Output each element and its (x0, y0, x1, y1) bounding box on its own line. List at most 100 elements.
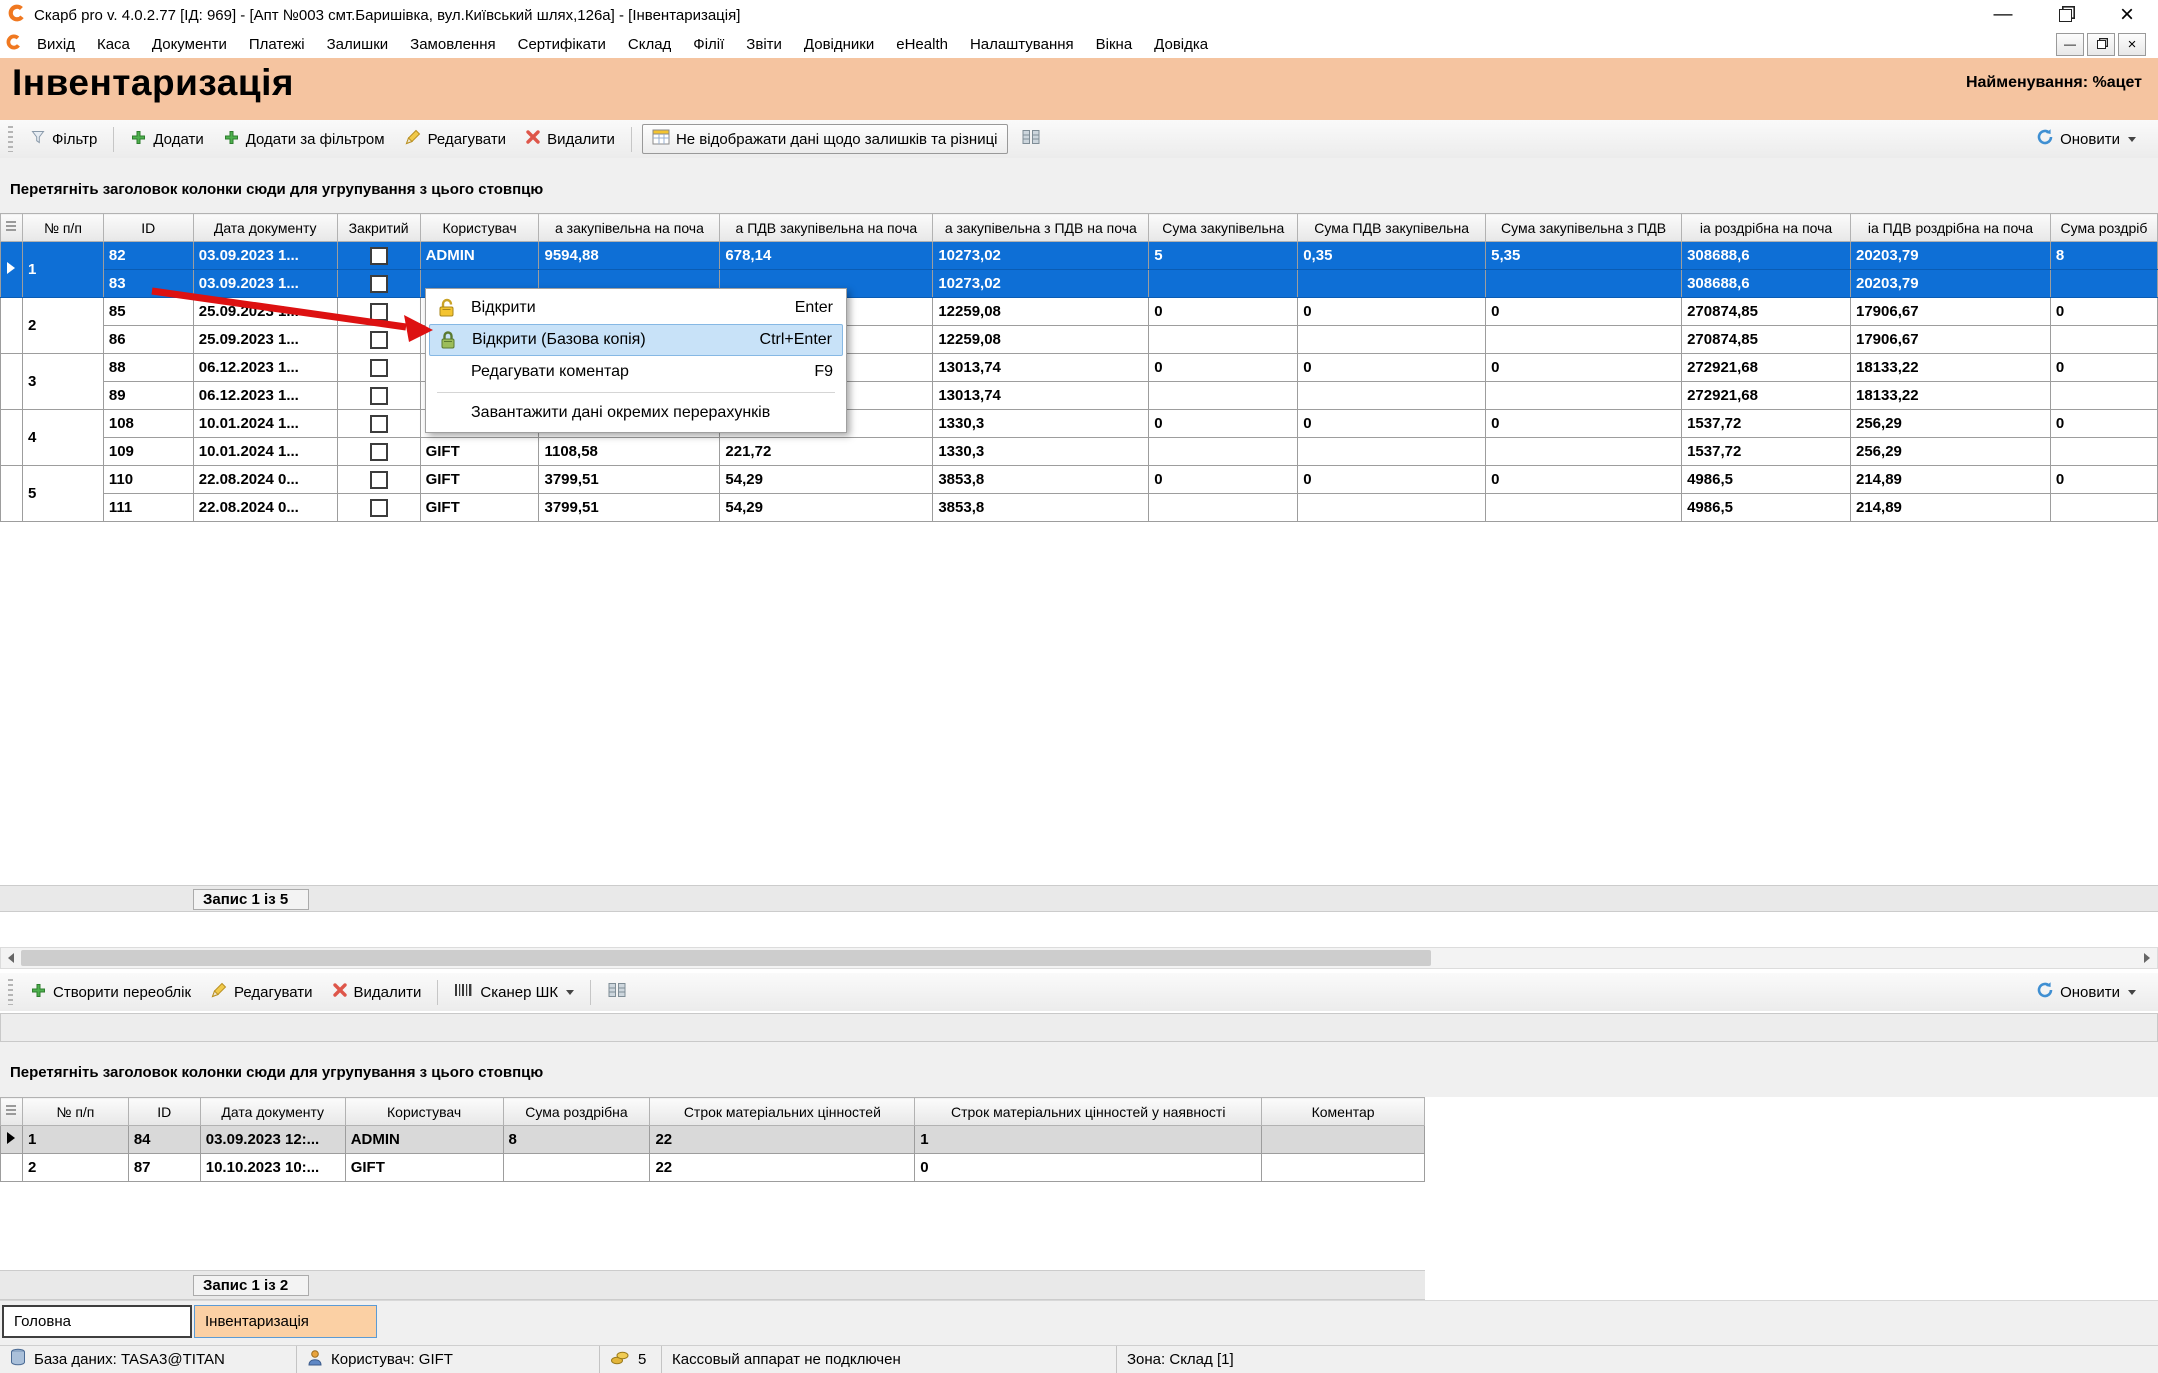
cell-value[interactable]: 5,35 (1486, 242, 1682, 270)
grid1-row-109[interactable]: 10910.01.2024 1...GIFT1108,58221,721330,… (1, 438, 2158, 466)
grid1-column-header[interactable] (1, 214, 23, 242)
menu-item-Документи[interactable]: Документи (141, 33, 238, 56)
cell-value[interactable]: 0 (1149, 466, 1298, 494)
menu-item-Філії[interactable]: Філії (682, 33, 735, 56)
cell-value[interactable]: 8 (2050, 242, 2157, 270)
cell-num[interactable]: 2 (22, 1154, 128, 1182)
cell-id[interactable]: 85 (103, 298, 193, 326)
cell-date[interactable]: 10.10.2023 10:... (200, 1154, 345, 1182)
cell-value[interactable] (1149, 438, 1298, 466)
cell-id[interactable]: 111 (103, 494, 193, 522)
cell-value[interactable]: 256,29 (1851, 438, 2051, 466)
cell-value[interactable] (1486, 270, 1682, 298)
grid2-column-header[interactable]: Коментар (1262, 1098, 1425, 1126)
scrollbar-thumb[interactable] (21, 950, 1431, 966)
cell-value[interactable] (1149, 494, 1298, 522)
cell-closed[interactable] (337, 242, 420, 270)
minimize-button[interactable]: — (1972, 0, 2034, 30)
menu-item-Довідка[interactable]: Довідка (1143, 33, 1219, 56)
cell-value[interactable] (2050, 326, 2157, 354)
cell-value[interactable]: 272921,68 (1682, 354, 1851, 382)
grid1-row-85[interactable]: 28525.09.2023 1...12259,08000270874,8517… (1, 298, 2158, 326)
cell-user[interactable]: GIFT (420, 466, 539, 494)
cell-user[interactable]: GIFT (420, 494, 539, 522)
cell-value[interactable]: 17906,67 (1851, 326, 2051, 354)
cell-date[interactable]: 06.12.2023 1... (193, 354, 337, 382)
cell-value[interactable]: 20203,79 (1851, 242, 2051, 270)
hide-balances-toggle-button[interactable]: Не відображати дані щодо залишків та різ… (642, 124, 1008, 154)
cell-value[interactable]: 270874,85 (1682, 326, 1851, 354)
menu-item-Залишки[interactable]: Залишки (316, 33, 400, 56)
grid1-row-88[interactable]: 38806.12.2023 1...13013,74000272921,6818… (1, 354, 2158, 382)
mdi-close-button[interactable]: × (2118, 33, 2146, 56)
grid2-row-84[interactable]: 18403.09.2023 12:...ADMIN8221 (1, 1126, 1425, 1154)
toolbar-drag-handle[interactable] (8, 979, 13, 1005)
cell-value[interactable] (2050, 270, 2157, 298)
closed-checkbox[interactable] (370, 247, 388, 265)
cell-value[interactable] (1298, 494, 1486, 522)
cell-date[interactable]: 10.01.2024 1... (193, 438, 337, 466)
grid1-row-108[interactable]: 410810.01.2024 1...GIFT1108,58221,721330… (1, 410, 2158, 438)
cell-value[interactable]: 9594,88 (539, 242, 720, 270)
cell-value[interactable]: 1537,72 (1682, 410, 1851, 438)
cell-value[interactable] (1486, 326, 1682, 354)
cell-value[interactable]: 308688,6 (1682, 242, 1851, 270)
delete-button-bottom[interactable]: Видалити (326, 978, 428, 1006)
grid2-column-header[interactable] (1, 1098, 23, 1126)
cell-value[interactable]: 270874,85 (1682, 298, 1851, 326)
menu-item-Звіти[interactable]: Звіти (735, 33, 793, 56)
cell-closed[interactable] (337, 410, 420, 438)
grid2-column-header[interactable]: Строк матеріальних цінностей у наявності (915, 1098, 1262, 1126)
cell-value[interactable]: 0 (2050, 298, 2157, 326)
cell-value[interactable]: 54,29 (720, 494, 933, 522)
tab-home[interactable]: Головна (2, 1305, 192, 1338)
edit-button[interactable]: Редагувати (398, 124, 513, 154)
menu-item-Вікна[interactable]: Вікна (1085, 33, 1144, 56)
cell-closed[interactable] (337, 326, 420, 354)
cell-value[interactable]: 18133,22 (1851, 382, 2051, 410)
closed-checkbox[interactable] (370, 303, 388, 321)
grid2-column-header[interactable]: Строк матеріальних цінностей (650, 1098, 915, 1126)
cell-date[interactable]: 22.08.2024 0... (193, 466, 337, 494)
cell-value[interactable]: 0 (1298, 298, 1486, 326)
cell-value[interactable]: 10273,02 (933, 242, 1149, 270)
grid1-column-header[interactable]: № п/п (22, 214, 103, 242)
grid1-column-header[interactable]: Закритий (337, 214, 420, 242)
cell-comment[interactable] (1262, 1126, 1425, 1154)
cell-value[interactable]: 3799,51 (539, 466, 720, 494)
grid2-column-header[interactable]: ID (128, 1098, 200, 1126)
cell-id[interactable]: 109 (103, 438, 193, 466)
grid1-column-header[interactable]: а закупівельна з ПДВ на поча (933, 214, 1149, 242)
cell-user[interactable]: GIFT (420, 438, 539, 466)
cell-date[interactable]: 03.09.2023 12:... (200, 1126, 345, 1154)
cell-value[interactable]: 12259,08 (933, 326, 1149, 354)
menu-item-Довідники[interactable]: Довідники (793, 33, 885, 56)
cell-value[interactable]: 0 (1149, 410, 1298, 438)
context-menu-item[interactable]: Редагувати коментарF9 (429, 356, 843, 388)
scroll-right-arrow[interactable] (2137, 948, 2157, 968)
mdi-restore-button[interactable] (2087, 33, 2115, 56)
cell-date[interactable]: 03.09.2023 1... (193, 270, 337, 298)
create-recount-button[interactable]: Створити переоблік (24, 978, 197, 1007)
cell-value[interactable]: 214,89 (1851, 494, 2051, 522)
grid1-column-header[interactable]: Користувач (420, 214, 539, 242)
cell-value[interactable]: 0 (2050, 354, 2157, 382)
cell-closed[interactable] (337, 354, 420, 382)
cell-value[interactable] (2050, 494, 2157, 522)
cell-sum[interactable] (503, 1154, 650, 1182)
cell-closed[interactable] (337, 438, 420, 466)
delete-button[interactable]: Видалити (519, 125, 621, 153)
grid1-row-83[interactable]: 8303.09.2023 1...10273,02308688,620203,7… (1, 270, 2158, 298)
cell-value[interactable]: 221,72 (720, 438, 933, 466)
closed-checkbox[interactable] (370, 415, 388, 433)
cell-value[interactable]: 0 (1149, 298, 1298, 326)
add-by-filter-button[interactable]: Додати за фільтром (217, 125, 391, 154)
menu-item-Налаштування[interactable]: Налаштування (959, 33, 1085, 56)
closed-checkbox[interactable] (370, 331, 388, 349)
cell-term-avail[interactable]: 0 (915, 1154, 1262, 1182)
cell-term[interactable]: 22 (650, 1126, 915, 1154)
grid1-column-header[interactable]: Дата документу (193, 214, 337, 242)
cell-closed[interactable] (337, 382, 420, 410)
cell-value[interactable]: 13013,74 (933, 354, 1149, 382)
menu-item-Сертифікати[interactable]: Сертифікати (507, 33, 617, 56)
